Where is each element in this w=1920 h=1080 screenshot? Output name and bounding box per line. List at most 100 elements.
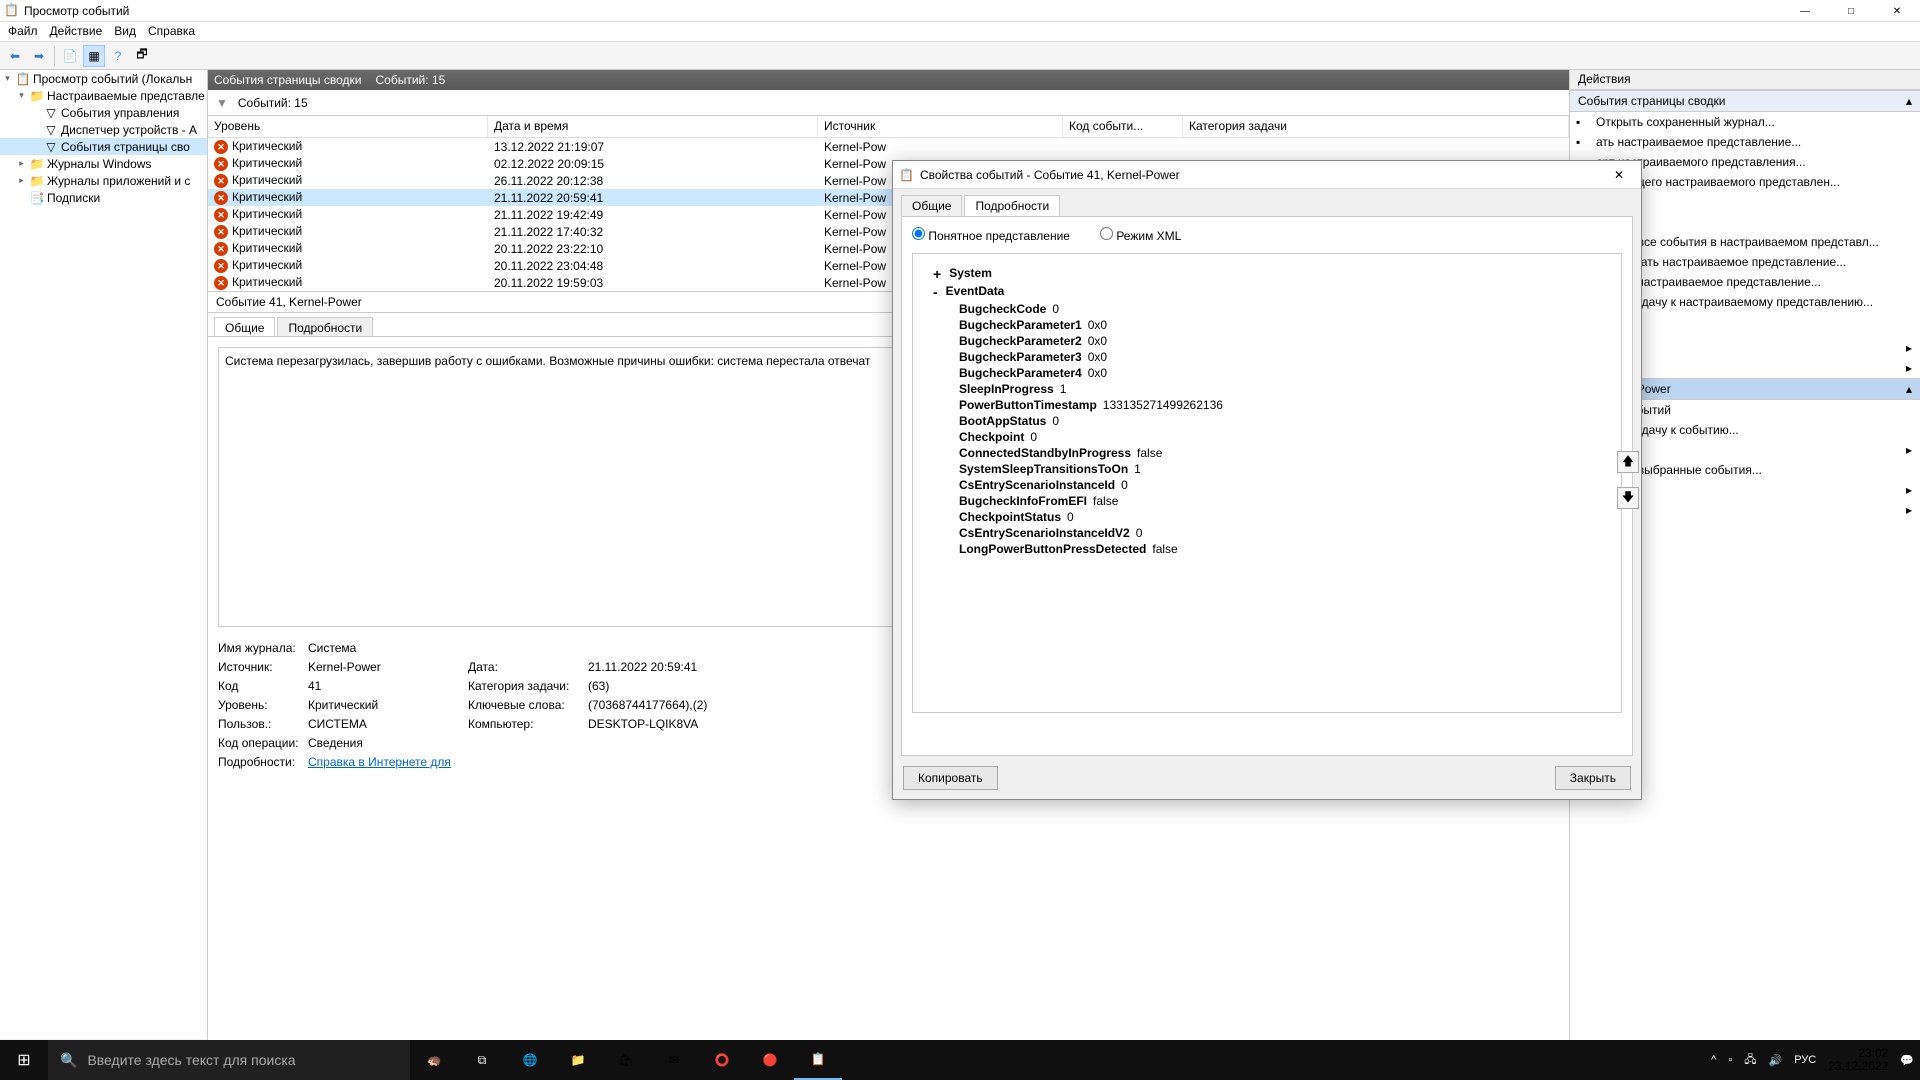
col-source[interactable]: Источник	[818, 116, 1063, 137]
action-item[interactable]: ▪Открыть сохраненный журнал...	[1570, 112, 1920, 132]
event-row[interactable]: ✕Критический13.12.2022 21:19:07Kernel-Po…	[208, 138, 1569, 155]
tray-clock[interactable]: 23:02 23.12.2022	[1828, 1047, 1888, 1073]
toolbar: ⬅ ➡ 📄 ▦ ? 🗗	[0, 42, 1920, 70]
collapse-icon[interactable]: -	[933, 284, 938, 300]
tree-item[interactable]: ▽События страницы сво	[0, 138, 207, 155]
collapse-icon[interactable]: ▾	[2, 73, 13, 84]
tree-root[interactable]: ▾ 📋 Просмотр событий (Локальн	[0, 70, 207, 87]
tray-network-icon[interactable]: 🖧	[1744, 1051, 1756, 1070]
eventdata-row: SystemSleepTransitionsToOn1	[959, 462, 1601, 476]
lbl-src: Источник:	[218, 660, 308, 674]
close-button[interactable]: ✕	[1874, 0, 1920, 22]
minimize-button[interactable]: —	[1782, 0, 1828, 22]
tree-item[interactable]: ▸📁Журналы Windows	[0, 155, 207, 172]
grid-header: Уровень Дата и время Источник Код событи…	[208, 116, 1569, 138]
taskbar-explorer[interactable]: 📁	[554, 1040, 602, 1080]
col-level[interactable]: Уровень	[208, 116, 488, 137]
forward-button[interactable]: ➡	[28, 45, 50, 67]
actions-section-1[interactable]: События страницы сводки▴	[1570, 90, 1920, 112]
eventdata-row: CsEntryScenarioInstanceIdV20	[959, 526, 1601, 540]
maximize-button[interactable]: □	[1828, 0, 1874, 22]
tray-chevron-icon[interactable]: ^	[1711, 1054, 1716, 1066]
funnel-icon[interactable]: ▼	[216, 96, 228, 110]
eventdata-node[interactable]: -EventData	[933, 284, 1601, 300]
lbl-id: Код	[218, 679, 308, 693]
action-item[interactable]: ▪ать настраиваемое представление...	[1570, 132, 1920, 152]
window-titlebar: 📋 Просмотр событий — □ ✕	[0, 0, 1920, 22]
copy-button[interactable]: Копировать	[903, 766, 998, 790]
tray-date: 23.12.2022	[1828, 1060, 1888, 1073]
taskbar-mail[interactable]: ✉	[650, 1040, 698, 1080]
center-title: События страницы сводки	[214, 73, 361, 87]
val-kw: (70368744177664),(2)	[588, 698, 828, 712]
tray-lang[interactable]: РУС	[1794, 1054, 1816, 1066]
separator	[54, 46, 55, 66]
menu-file[interactable]: Файл	[8, 24, 38, 39]
col-datetime[interactable]: Дата и время	[488, 116, 818, 137]
radio-xml[interactable]: Режим XML	[1100, 227, 1181, 243]
radio-friendly[interactable]: Понятное представление	[912, 227, 1070, 243]
tool-btn-3[interactable]: ?	[107, 45, 129, 67]
menu-view[interactable]: Вид	[114, 24, 136, 39]
dialog-close-button[interactable]: ✕	[1601, 163, 1637, 187]
actions-sec1-label: События страницы сводки	[1578, 94, 1725, 108]
radio-xml-input[interactable]	[1100, 227, 1113, 240]
tool-btn-2[interactable]: ▦	[83, 45, 105, 67]
window-title: Просмотр событий	[24, 4, 129, 18]
taskbar-search[interactable]: 🔍 Введите здесь текст для поиска	[48, 1040, 410, 1080]
menu-help[interactable]: Справка	[148, 24, 195, 39]
page-icon: 📄	[63, 49, 78, 63]
taskbar-app1[interactable]: ⭕	[698, 1040, 746, 1080]
help-link[interactable]: Справка в Интернете для	[308, 755, 451, 769]
task-view-button[interactable]: ⧉	[458, 1040, 506, 1080]
tab-details[interactable]: Подробности	[277, 317, 373, 336]
val-lvl: Критический	[308, 698, 468, 712]
tab-general[interactable]: Общие	[214, 317, 275, 336]
tray-notifications-icon[interactable]: 💬	[1900, 1054, 1914, 1067]
val-id: 41	[308, 679, 468, 693]
arrow-left-icon: ⬅	[10, 49, 20, 63]
windows-icon: ⊞	[17, 1050, 30, 1070]
tree-item[interactable]: 📑Подписки	[0, 189, 207, 206]
dialog-tab-details[interactable]: Подробности	[964, 195, 1060, 216]
back-button[interactable]: ⬅	[4, 45, 26, 67]
tree-item[interactable]: ▽События управления	[0, 104, 207, 121]
tray-icon[interactable]: ▫	[1728, 1054, 1732, 1066]
tree-item[interactable]: ▾📁Настраиваемые представле	[0, 87, 207, 104]
dialog-content: Понятное представление Режим XML + System…	[901, 216, 1633, 756]
tray-volume-icon[interactable]: 🔊	[1769, 1054, 1783, 1067]
val-op: Сведения	[308, 736, 468, 750]
dialog-tab-general[interactable]: Общие	[901, 195, 962, 216]
tree-pane: ▾ 📋 Просмотр событий (Локальн ▾📁Настраив…	[0, 70, 208, 1056]
taskbar-store[interactable]: 🛍	[602, 1040, 650, 1080]
dialog-icon: 📋	[899, 168, 914, 182]
start-button[interactable]: ⊞	[0, 1040, 48, 1080]
expand-icon[interactable]: +	[933, 266, 941, 282]
lbl-cat: Категория задачи:	[468, 679, 588, 693]
tree-item[interactable]: ▸📁Журналы приложений и с	[0, 172, 207, 189]
tool-btn-1[interactable]: 📄	[59, 45, 81, 67]
tool-btn-4[interactable]: 🗗	[131, 45, 153, 67]
actions-title: Действия	[1570, 70, 1920, 90]
event-data-area[interactable]: +System -EventData BugcheckCode0Bugcheck…	[912, 253, 1622, 713]
eventdata-row: ConnectedStandbyInProgressfalse	[959, 446, 1601, 460]
menu-action[interactable]: Действие	[50, 24, 103, 39]
cortana-button[interactable]: 🦔	[410, 1040, 458, 1080]
taskbar-eventviewer[interactable]: 📋	[794, 1040, 842, 1080]
tree-item[interactable]: ▽Диспетчер устройств - А	[0, 121, 207, 138]
lbl-log: Имя журнала:	[218, 641, 308, 655]
system-node[interactable]: + System	[933, 266, 1601, 282]
close-dialog-button[interactable]: Закрыть	[1555, 766, 1631, 790]
system-label: System	[949, 266, 992, 282]
radio-friendly-input[interactable]	[912, 227, 925, 240]
dialog-titlebar: 📋 Свойства событий - Событие 41, Kernel-…	[893, 161, 1641, 189]
next-event-button[interactable]: 🡇	[1617, 487, 1639, 509]
lbl-usr: Пользов.:	[218, 717, 308, 731]
eventdata-row: SleepInProgress1	[959, 382, 1601, 396]
col-category[interactable]: Категория задачи	[1183, 116, 1569, 137]
prev-event-button[interactable]: 🡅	[1617, 451, 1639, 473]
taskbar-app2[interactable]: 🔴	[746, 1040, 794, 1080]
taskbar-edge[interactable]: 🌐	[506, 1040, 554, 1080]
col-eventid[interactable]: Код событи...	[1063, 116, 1183, 137]
lbl-op: Код операции:	[218, 736, 308, 750]
